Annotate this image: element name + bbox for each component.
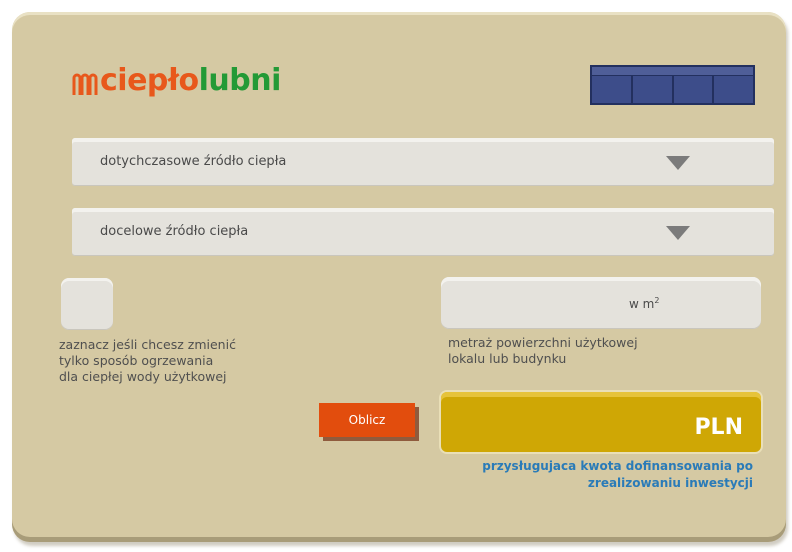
current-heat-source-select[interactable]: dotychczasowe źródło ciepła: [72, 138, 774, 186]
logo-text-cieplo: ciepło: [100, 63, 199, 98]
cieplolubni-logo: ciepło lubni: [72, 66, 281, 96]
hot-water-only-checkbox[interactable]: [61, 278, 113, 330]
target-heat-source-select[interactable]: docelowe źródło ciepła: [72, 208, 774, 256]
dropdown-arrow-icon: [666, 226, 690, 240]
subsidy-result-field: PLN: [441, 392, 761, 452]
area-unit-label: w m2: [629, 296, 660, 311]
floor-area-note: metraż powierzchni użytkowej lokalu lub …: [448, 335, 638, 366]
logo-text-lubni: lubni: [198, 63, 282, 98]
dropdown-arrow-icon: [666, 156, 690, 170]
current-heat-source-label: dotychczasowe źródło ciepła: [100, 154, 287, 169]
subsidy-result-note: przysługujaca kwota dofinansowania po zr…: [482, 459, 753, 490]
currency-label: PLN: [694, 415, 743, 440]
floor-area-input[interactable]: w m2: [441, 277, 761, 329]
hot-water-checkbox-label: zaznacz jeśli chcesz zmienić tylko sposó…: [59, 337, 236, 384]
target-heat-source-label: docelowe źródło ciepła: [100, 224, 249, 239]
eu-flag-image: [590, 65, 755, 105]
calculate-button[interactable]: Oblicz: [319, 403, 415, 437]
radiator-icon: [72, 73, 98, 95]
calculator-panel: ciepło lubni dotychczasowe źródło ciepła …: [12, 12, 786, 542]
